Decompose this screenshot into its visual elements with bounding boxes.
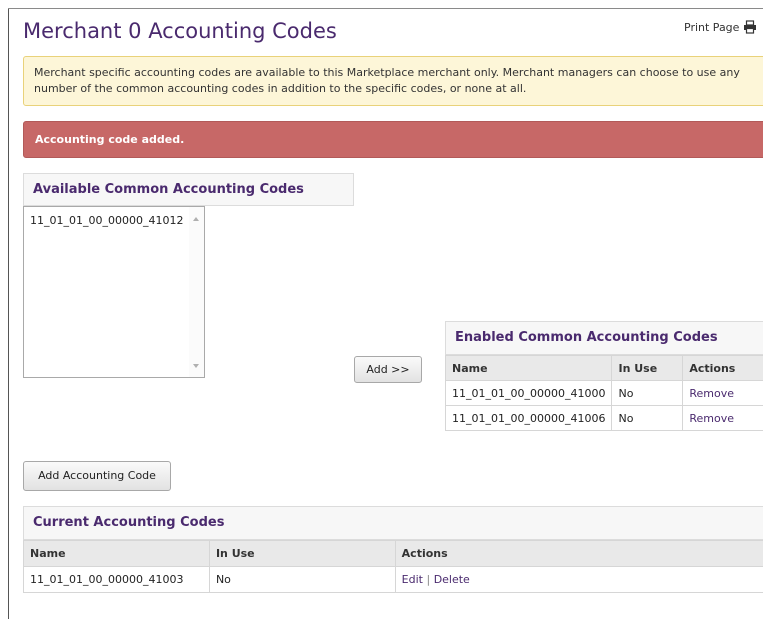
enabled-codes-heading: Enabled Common Accounting Codes [445,321,763,355]
table-header-row: Name In Use Actions [444,355,763,381]
column-header-actions: Actions [394,540,763,567]
column-header-actions: Actions [682,355,763,381]
in-use-cell: No [611,380,684,406]
page-title: Merchant 0 Accounting Codes [23,19,337,43]
page-frame-left [8,8,9,619]
available-codes-heading: Available Common Accounting Codes [23,173,354,206]
code-name-cell: 11_01_01_00_00000_41003 [23,566,210,593]
add-button[interactable]: Add >> [354,356,422,383]
available-codes-listbox[interactable]: 11_01_01_00_00000_41012 [23,206,205,378]
print-page-link[interactable]: Print Page [684,19,757,35]
table-header-row: Name In Use Actions [23,540,763,567]
table-row: 11_01_01_00_00000_41000 No Remove [444,380,763,406]
scroll-up-icon[interactable] [193,217,199,221]
remove-link[interactable]: Remove [689,412,734,425]
scroll-down-icon[interactable] [193,364,199,368]
enabled-codes-table: Name In Use Actions 11_01_01_00_00000_41… [444,355,763,431]
listbox-scrollbar[interactable] [189,207,204,377]
column-header-name: Name [444,355,613,381]
in-use-cell: No [611,405,684,431]
remove-link[interactable]: Remove [689,387,734,400]
page-frame-top [8,8,763,9]
add-accounting-code-button[interactable]: Add Accounting Code [23,461,171,491]
delete-link[interactable]: Delete [434,573,470,586]
table-row: 11_01_01_00_00000_41003 No Edit | Delete [23,566,763,593]
column-header-in-use: In Use [611,355,684,381]
current-codes-table: Name In Use Actions 11_01_01_00_00000_41… [23,540,763,593]
in-use-cell: No [208,566,396,593]
listbox-option[interactable]: 11_01_01_00_00000_41012 [30,214,183,227]
column-header-name: Name [23,540,210,567]
printer-icon [744,20,757,34]
code-name-cell: 11_01_01_00_00000_41000 [444,380,613,406]
code-name-cell: 11_01_01_00_00000_41006 [444,405,613,431]
current-codes-heading: Current Accounting Codes [23,506,763,540]
edit-link[interactable]: Edit [402,573,423,586]
success-alert: Accounting code added. [23,121,763,158]
action-separator: | [426,573,431,586]
print-page-label: Print Page [684,20,740,34]
table-row: 11_01_01_00_00000_41006 No Remove [444,405,763,431]
info-message: Merchant specific accounting codes are a… [23,56,763,106]
column-header-in-use: In Use [208,540,396,567]
